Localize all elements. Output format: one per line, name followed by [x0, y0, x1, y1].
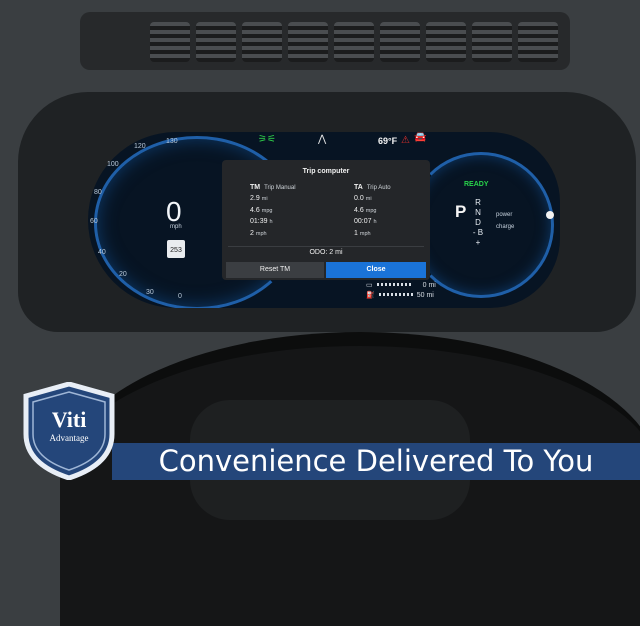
odometer: ODO: 2 mi	[309, 249, 343, 256]
ready-indicator: READY	[464, 181, 489, 188]
divider	[228, 246, 424, 247]
dealer-subtitle: Advantage	[49, 433, 89, 443]
vent-slot	[426, 22, 466, 62]
speed-tick: 30	[146, 289, 154, 296]
speed-tick: 60	[90, 218, 98, 225]
trip-manual-avg-speed: 2 mph	[250, 229, 267, 237]
speed-tick: 40	[98, 249, 106, 256]
vent-slot	[518, 22, 558, 62]
speed-tick: 80	[94, 189, 102, 196]
speed-tick: 100	[107, 161, 119, 168]
electric-range-value: 0 mi	[422, 282, 436, 289]
trip-manual-column: TM Trip Manual 2.9 mi 4.6 mpg 01:39 h 2 mph	[250, 184, 340, 241]
trip-manual-header: TM Trip Manual	[250, 184, 340, 191]
air-vent	[80, 12, 570, 70]
trip-manual-name: Trip Manual	[264, 185, 296, 191]
trip-manual-time: 01:39 h	[250, 218, 273, 225]
gear-selected: P	[455, 202, 467, 221]
fuel-range-value: 50 mi	[416, 292, 434, 299]
gear-list: R N D - B +	[470, 198, 486, 248]
speed-tick: 130	[166, 138, 178, 145]
speed-limit-sign: 253	[167, 240, 185, 258]
vent-slot	[334, 22, 374, 62]
speed-tick: 20	[119, 271, 127, 278]
dealer-name: Viti	[51, 407, 87, 432]
vent-slot	[288, 22, 328, 62]
dealer-banner: Convenience Delivered To You	[112, 443, 640, 480]
power-label: power	[496, 212, 513, 218]
charge-label: charge	[496, 224, 515, 230]
car-door-icon: 🚘	[414, 132, 427, 143]
speed-tick: 120	[134, 143, 146, 150]
outside-temperature: 69°F	[378, 136, 398, 146]
speed-unit: mph	[170, 224, 182, 230]
range-bar	[376, 283, 411, 286]
speed-tick: 0	[178, 293, 182, 300]
power-needle-dot	[546, 211, 554, 219]
electric-range: ▭ 0 mi	[366, 281, 436, 289]
fuel-pump-icon: ⛽	[366, 292, 375, 299]
trip-auto-avg-speed: 1 mph	[354, 229, 371, 237]
trip-auto-time: 00:07 h	[354, 218, 377, 225]
vent-slot	[196, 22, 236, 62]
reset-tm-button[interactable]: Reset TM	[226, 262, 324, 278]
vent-slot	[472, 22, 512, 62]
range-bar	[378, 293, 413, 296]
trip-auto-name: Trip Auto	[366, 185, 391, 191]
gear-n: N	[475, 208, 481, 217]
trip-computer-title: Trip computer	[302, 168, 350, 175]
close-button[interactable]: Close	[326, 262, 426, 278]
trip-auto-distance: 0.0 mi	[354, 195, 372, 202]
vent-slot	[380, 22, 420, 62]
trip-computer-panel: Trip computer TM Trip Manual 2.9 mi 4.6 mpg…	[222, 160, 430, 280]
warning-icon: ⚠	[401, 135, 410, 146]
trip-manual-distance: 2.9 mi	[250, 195, 268, 202]
trip-manual-economy: 4.6 mpg	[250, 206, 273, 214]
gear-d: D	[475, 218, 481, 227]
trip-auto-column: TA Trip Auto 0.0 mi 4.6 mpg 00:07 h 1 mph	[354, 184, 444, 241]
trip-auto-economy: 4.6 mpg	[354, 206, 377, 214]
lane-assist-icon: ⚞⚟	[258, 134, 276, 145]
vent-slot	[242, 22, 282, 62]
battery-icon: ▭	[366, 282, 373, 289]
trip-auto-header: TA Trip Auto	[354, 184, 444, 191]
trip-auto-abbr: TA	[354, 184, 363, 191]
dealer-tagline: Convenience Delivered To You	[158, 444, 594, 478]
dashboard-photo: 130 120 100 80 60 40 20 30 0 0 mph 253 ⚞…	[0, 0, 640, 626]
vent-slot	[150, 22, 190, 62]
gear-b: - B +	[472, 228, 484, 247]
trip-manual-abbr: TM	[250, 184, 261, 191]
fuel-range: ⛽ 50 mi	[366, 291, 434, 299]
road-icon: ⋀	[318, 134, 327, 145]
gear-r: R	[475, 198, 481, 207]
